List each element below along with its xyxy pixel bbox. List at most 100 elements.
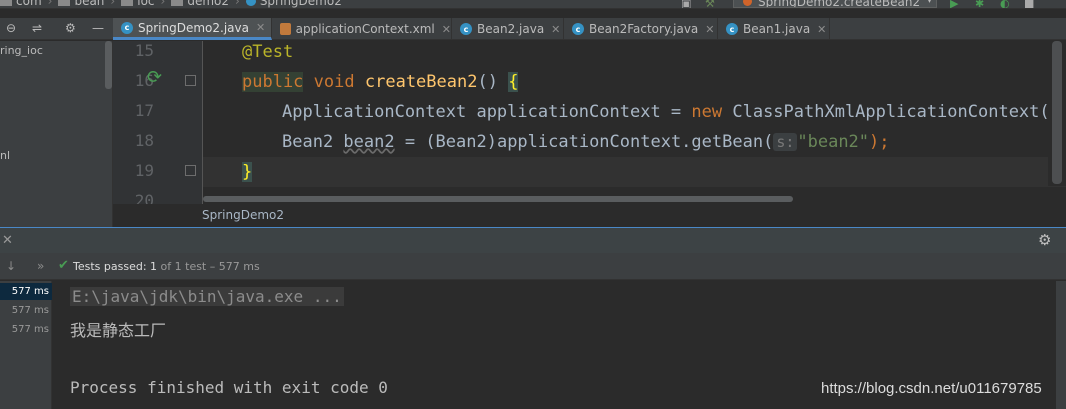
- tab-label: SpringDemo2.java: [138, 20, 249, 35]
- java-class-icon: c: [572, 23, 584, 35]
- close-icon[interactable]: ✕: [256, 21, 265, 34]
- code-editor[interactable]: @Test public void createBean2() { Applic…: [203, 41, 1066, 204]
- tests-status-text: Tests passed: 1 of 1 test – 577 ms: [73, 260, 260, 273]
- breadcrumb-separator: ›: [110, 0, 116, 8]
- run-config-icon: [743, 0, 752, 6]
- scroll-from-source-icon[interactable]: ⇌: [32, 21, 42, 35]
- project-panel: ring_ioc nl: [0, 41, 113, 227]
- folder-icon: [0, 0, 12, 6]
- tab-label: Bean2Factory.java: [589, 22, 699, 36]
- hide-icon[interactable]: —: [92, 21, 104, 35]
- java-class-icon: c: [726, 23, 738, 35]
- editor-tab-bar: ⊖ ⇌ ⚙ — c SpringDemo2.java ✕ application…: [0, 18, 1066, 40]
- code-text: Bean2: [282, 132, 344, 152]
- xml-file-icon: [280, 23, 291, 35]
- collapse-icon[interactable]: ⊖: [6, 21, 16, 35]
- tab-label: applicationContext.xml: [295, 22, 435, 36]
- project-structure-icon[interactable]: ▣: [681, 0, 691, 8]
- debug-icon[interactable]: ✱: [975, 0, 984, 8]
- close-icon[interactable]: ✕: [705, 23, 714, 36]
- tab-bean2factory-java[interactable]: c Bean2Factory.java ✕: [564, 18, 718, 40]
- scrollbar-thumb[interactable]: [1052, 41, 1062, 184]
- keyword: new: [691, 102, 723, 122]
- test-results-tree: 577 ms 577 ms 577 ms: [0, 281, 52, 409]
- fold-marker-icon[interactable]: [185, 75, 196, 86]
- console-command-line[interactable]: E:\java\jdk\bin\java.exe ...: [70, 287, 344, 306]
- code-text: ClassPathXmlApplicationContext(: [722, 102, 1050, 122]
- breadcrumb: com › bean › ioc › demo2 › SpringDemo2: [0, 0, 348, 8]
- method-name: createBean2: [364, 72, 478, 92]
- close-icon[interactable]: ✕: [551, 23, 560, 36]
- arrow-down-icon[interactable]: ↓: [6, 259, 16, 273]
- editor-vertical-scrollbar[interactable]: [1048, 41, 1066, 186]
- line-number: 19: [134, 161, 154, 180]
- code-text: );: [869, 132, 890, 152]
- folder-icon: [58, 0, 71, 6]
- code-line-17: ApplicationContext applicationContext = …: [203, 97, 1066, 127]
- test-tree-row[interactable]: 577 ms: [0, 321, 52, 338]
- fold-marker-icon[interactable]: [185, 165, 196, 176]
- keyword: public: [242, 72, 304, 92]
- breadcrumb-separator: ›: [47, 0, 53, 8]
- breadcrumb-item-bean[interactable]: bean: [58, 0, 104, 8]
- project-tree-item[interactable]: ring_ioc: [0, 44, 43, 57]
- tests-summary: of 1 test – 577 ms: [160, 260, 260, 273]
- editor-horizontal-scrollbar[interactable]: [203, 196, 793, 202]
- tab-bean2-java[interactable]: c Bean2.java ✕: [452, 18, 564, 40]
- tab-bean1-java[interactable]: c Bean1.java ✕: [718, 18, 830, 40]
- folder-icon: [121, 0, 134, 6]
- tab-springdemo2-java[interactable]: c SpringDemo2.java ✕: [113, 18, 272, 40]
- project-panel-scrollbar[interactable]: [105, 41, 112, 89]
- code-line-19: }: [203, 157, 1066, 187]
- class-icon: [245, 0, 256, 6]
- line-number: 17: [134, 101, 154, 120]
- close-icon[interactable]: ✕: [442, 23, 451, 36]
- console-exit-line: Process finished with exit code 0: [70, 378, 388, 397]
- footer-class-label[interactable]: SpringDemo2: [202, 208, 284, 222]
- run-test-gutter-icon[interactable]: ⟳: [147, 67, 162, 88]
- java-class-icon: c: [121, 21, 133, 34]
- code-line-16: public void createBean2() {: [203, 67, 1066, 97]
- breadcrumb-separator: ›: [160, 0, 166, 8]
- check-icon: ✔: [58, 258, 69, 273]
- close-icon[interactable]: ✕: [817, 23, 826, 36]
- coverage-icon[interactable]: ◐: [1000, 0, 1010, 8]
- navigation-bar: com › bean › ioc › demo2 › SpringDemo2 ▣…: [0, 0, 1066, 9]
- test-tree-row[interactable]: 577 ms: [0, 283, 52, 300]
- breadcrumb-item-springdemo2[interactable]: SpringDemo2: [245, 0, 342, 8]
- build-hammer-icon[interactable]: ⚒: [705, 0, 715, 8]
- folder-icon: [171, 0, 184, 6]
- code-line-18: Bean2 bean2 = (Bean2)applicationContext.…: [203, 127, 1066, 157]
- breadcrumb-item-com[interactable]: com: [0, 0, 42, 8]
- console-scrollbar[interactable]: [1056, 281, 1066, 409]
- annotation: @Test: [242, 42, 294, 62]
- project-panel-toolbar: ⊖ ⇌ ⚙ —: [0, 18, 113, 40]
- matched-brace: }: [242, 162, 253, 182]
- console-output-line: 我是静态工厂: [70, 321, 167, 340]
- tab-label: Bean1.java: [743, 22, 811, 36]
- run-icon[interactable]: ▶: [950, 0, 958, 8]
- stop-icon[interactable]: ■: [1024, 0, 1034, 8]
- close-icon[interactable]: ✕: [2, 233, 13, 248]
- double-chevron-right-icon[interactable]: »: [37, 259, 44, 273]
- code-line-15: @Test: [203, 41, 1066, 67]
- test-tree-row[interactable]: 577 ms: [0, 302, 52, 319]
- watermark-url: https://blog.csdn.net/u011679785: [821, 380, 1042, 397]
- keyword: void: [313, 72, 355, 92]
- tests-passed-label: Tests passed:: [73, 260, 147, 273]
- gear-icon[interactable]: ⚙: [1038, 231, 1051, 249]
- project-tree-item[interactable]: nl: [0, 149, 10, 162]
- breadcrumb-item-demo2[interactable]: demo2: [171, 0, 229, 8]
- parameter-hint: s:: [773, 133, 798, 151]
- tab-label: Bean2.java: [477, 22, 545, 36]
- run-configuration-select[interactable]: SpringDemo2.createBean2 ▾: [733, 0, 937, 8]
- java-class-icon: c: [460, 23, 472, 35]
- matched-brace: {: [508, 72, 519, 92]
- tests-count: 1: [150, 260, 158, 273]
- gear-icon[interactable]: ⚙: [65, 21, 76, 35]
- breadcrumb-separator: ›: [235, 0, 240, 8]
- unused-variable: bean2: [343, 132, 395, 152]
- code-text: ApplicationContext applicationContext =: [282, 102, 692, 122]
- breadcrumb-item-ioc[interactable]: ioc: [121, 0, 155, 8]
- tab-applicationcontext-xml[interactable]: applicationContext.xml ✕: [272, 18, 452, 40]
